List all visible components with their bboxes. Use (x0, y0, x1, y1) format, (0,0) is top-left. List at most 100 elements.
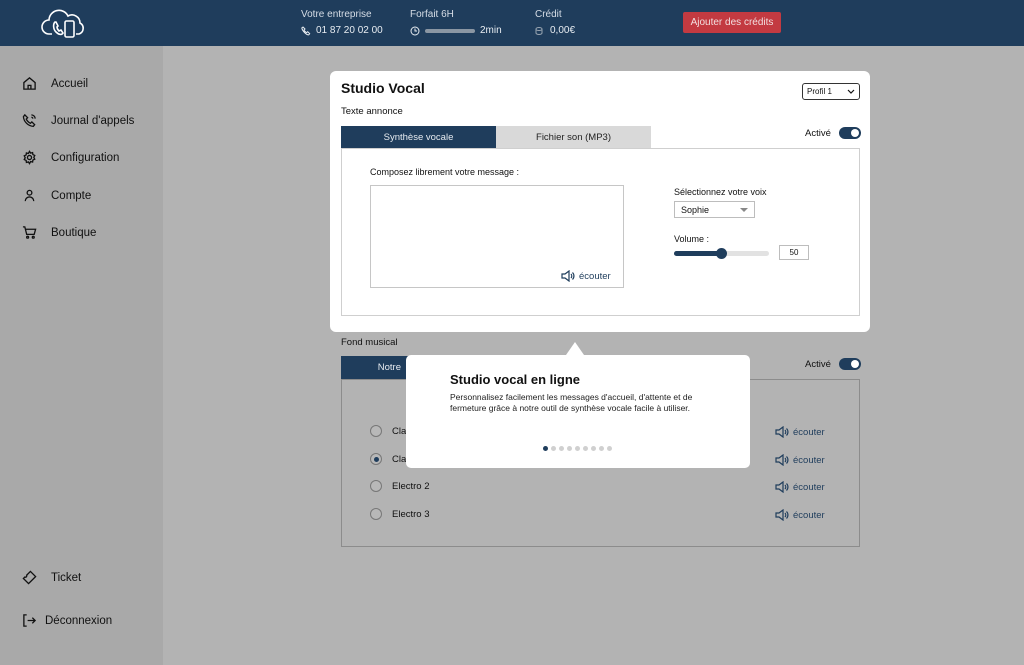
plan-info: Forfait 6H 2min (410, 9, 502, 36)
music-active-toggle[interactable] (838, 358, 861, 370)
cloud-phone-logo-icon[interactable] (40, 6, 88, 40)
music-option[interactable]: Electro 2 (370, 480, 430, 492)
credit-info: Crédit 0,00€ (535, 9, 575, 36)
music-option[interactable]: Cla (370, 425, 406, 437)
tooltip-text: Personnalisez facilement les messages d'… (450, 392, 693, 413)
pagination-dot[interactable] (591, 446, 596, 451)
ticket-icon (22, 570, 37, 585)
music-listen-button[interactable]: écouter (775, 454, 825, 466)
voice-selected: Sophie (681, 204, 710, 215)
music-option-radio[interactable] (370, 480, 382, 492)
sidebar-item-label: Configuration (51, 151, 120, 164)
profile-select[interactable]: Profil 1 (802, 83, 860, 100)
music-listen-button[interactable]: écouter (775, 509, 825, 521)
tooltip-pagination (543, 446, 612, 451)
announcement-toggle-label: Activé (805, 127, 831, 139)
tab-speech-synthesis[interactable]: Synthèse vocale (341, 126, 496, 149)
company-label: Votre entreprise (301, 9, 372, 20)
cart-icon (22, 226, 37, 239)
voice-label: Sélectionnez votre voix (674, 187, 767, 197)
tab-music-library[interactable]: Notre (341, 356, 411, 379)
sidebar-item-label: Boutique (51, 226, 97, 239)
music-listen-button[interactable]: écouter (775, 426, 825, 438)
listen-label: écouter (579, 270, 611, 282)
studio-title: Studio Vocal (341, 80, 425, 96)
speech-synthesis-panel: Composez librement votre message : écout… (341, 148, 860, 316)
voice-select[interactable]: Sophie (674, 201, 755, 218)
announcement-toggle-wrap: Activé (805, 127, 861, 139)
volume-label: Volume : (674, 234, 710, 244)
sidebar-item-shop[interactable]: Boutique (22, 225, 96, 240)
pagination-dot[interactable] (559, 446, 564, 451)
speaker-icon (561, 270, 575, 282)
listen-button[interactable]: écouter (561, 270, 611, 282)
announcement-section-label: Texte annonce (341, 106, 403, 117)
pagination-dot[interactable] (599, 446, 604, 451)
phone-icon (301, 25, 311, 35)
logout-icon (23, 614, 37, 627)
pagination-dot[interactable] (607, 446, 612, 451)
volume-slider[interactable] (674, 248, 769, 259)
gear-icon (23, 150, 36, 165)
music-option-label: Cla (392, 453, 407, 465)
volume-value-input[interactable]: 50 (779, 245, 809, 260)
plan-usage: 2min (480, 25, 502, 36)
music-tabs: Notre (341, 356, 411, 379)
sidebar-item-ticket[interactable]: Ticket (22, 570, 81, 585)
profile-selected: Profil 1 (807, 87, 832, 96)
sidebar-item-call-log[interactable]: Journal d'appels (22, 113, 134, 128)
music-option-radio[interactable] (370, 425, 382, 437)
music-option-label: Electro 2 (392, 480, 430, 492)
tab-mp3-file[interactable]: Fichier son (MP3) (496, 126, 651, 149)
onboarding-tooltip: Studio vocal en ligne Personnalisez faci… (406, 355, 750, 468)
add-credits-button[interactable]: Ajouter des crédits (683, 12, 781, 33)
sidebar: Accueil Journal d'appels Configuration C… (0, 46, 163, 665)
music-section-label: Fond musical (341, 337, 398, 348)
speaker-icon (775, 509, 789, 521)
pagination-dot[interactable] (543, 446, 548, 451)
music-option-label: Cla (392, 425, 407, 437)
pagination-dot[interactable] (575, 446, 580, 451)
music-option-radio[interactable] (370, 508, 382, 520)
compose-label: Composez librement votre message : (370, 167, 520, 177)
pagination-dot[interactable] (583, 446, 588, 451)
sidebar-item-logout[interactable]: Déconnexion (22, 613, 112, 628)
music-option-label: Electro 3 (392, 508, 430, 520)
credit-label: Crédit (535, 9, 562, 20)
caret-down-icon (740, 207, 748, 212)
sidebar-item-label: Journal d'appels (51, 114, 135, 127)
plan-label: Forfait 6H (410, 9, 454, 20)
user-icon (24, 189, 35, 202)
credit-value: 0,00€ (550, 25, 576, 36)
speaker-icon (775, 481, 789, 493)
chevron-down-icon (847, 89, 855, 94)
volume-slider-fill (674, 251, 722, 256)
music-toggle-label: Activé (805, 358, 831, 370)
clock-icon (410, 26, 420, 35)
sidebar-item-account[interactable]: Compte (22, 188, 91, 203)
sidebar-item-configuration[interactable]: Configuration (22, 150, 119, 165)
home-icon (23, 77, 36, 90)
tooltip-title: Studio vocal en ligne (450, 372, 581, 387)
sidebar-item-label: Compte (51, 189, 92, 202)
music-option[interactable]: Electro 3 (370, 508, 430, 520)
pagination-dot[interactable] (551, 446, 556, 451)
top-bar: Votre entreprise 01 87 20 02 00 Forfait … (0, 0, 1024, 46)
music-option[interactable]: Cla (370, 453, 406, 465)
sidebar-item-home[interactable]: Accueil (22, 76, 88, 91)
message-textarea[interactable]: écouter (370, 185, 624, 288)
announcement-tabs: Synthèse vocale Fichier son (MP3) (341, 126, 651, 149)
announcement-active-toggle[interactable] (838, 127, 861, 139)
company-info: Votre entreprise 01 87 20 02 00 (301, 9, 383, 36)
plan-progress-bar (425, 28, 475, 33)
volume-slider-thumb[interactable] (716, 248, 727, 259)
pagination-dot[interactable] (567, 446, 572, 451)
music-listen-button[interactable]: écouter (775, 481, 825, 493)
music-toggle-wrap: Activé (805, 358, 861, 370)
company-phone: 01 87 20 02 00 (316, 25, 383, 36)
music-option-radio[interactable] (370, 453, 382, 465)
tooltip-arrow (566, 342, 584, 355)
coins-icon (535, 26, 543, 35)
phone-icon (22, 113, 36, 128)
speaker-icon (775, 454, 789, 466)
